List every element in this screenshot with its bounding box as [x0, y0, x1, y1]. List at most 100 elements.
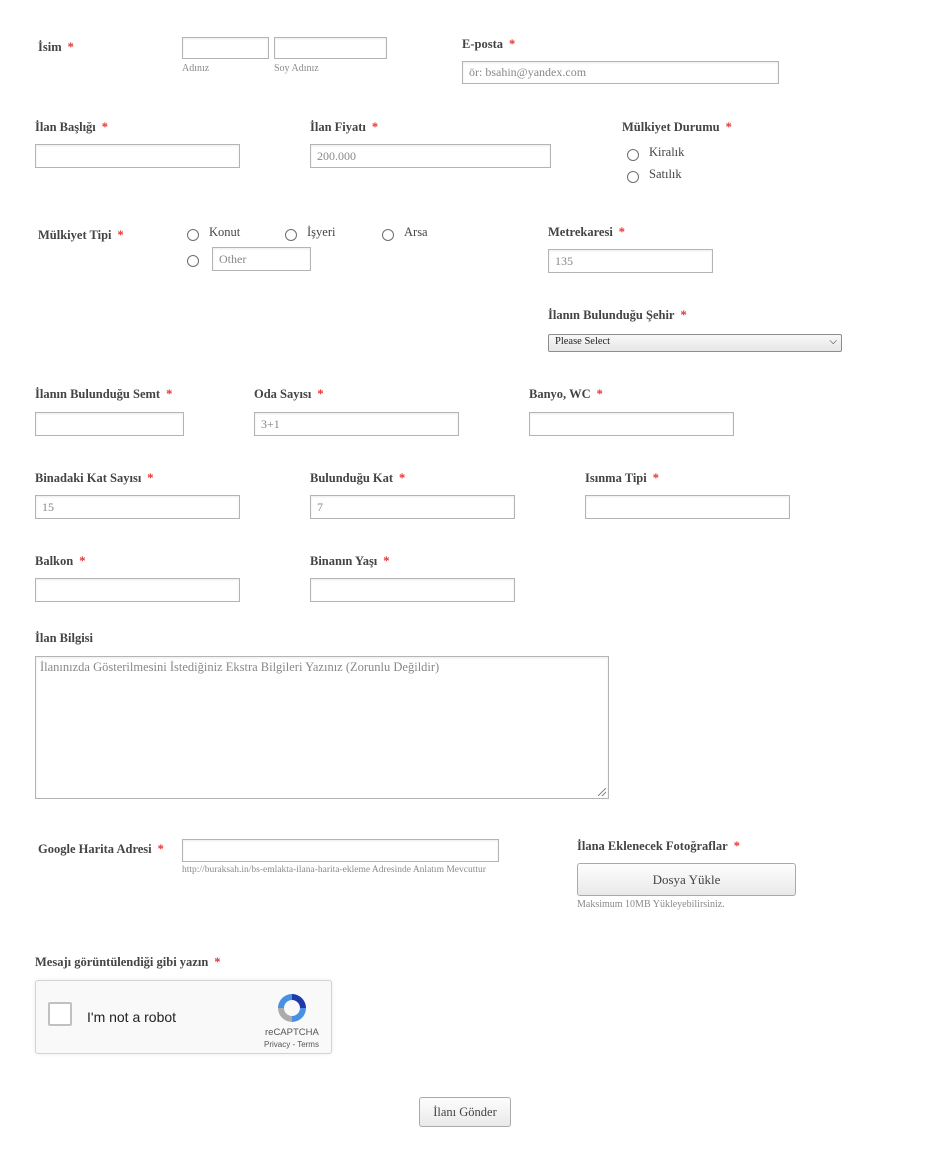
listing-title-label: İlan Başlığı * [35, 120, 108, 135]
district-label-text: İlanın Bulunduğu Semt [35, 387, 161, 401]
required-mark: * [508, 37, 516, 51]
balcony-label: Balkon * [35, 554, 85, 569]
balcony-input[interactable] [35, 578, 240, 602]
bath-label: Banyo, WC * [529, 387, 603, 402]
heating-label-text: Isınma Tipi [585, 471, 647, 485]
type-arsa-label: Arsa [404, 225, 428, 239]
photos-hint: Maksimum 10MB Yükleyebilirsiniz. [577, 899, 725, 910]
type-other-radio[interactable] [187, 255, 199, 267]
rooms-input[interactable] [254, 412, 459, 436]
required-mark: * [214, 955, 221, 969]
floor-input[interactable] [310, 495, 515, 519]
map-label-text: Google Harita Adresi [38, 842, 152, 856]
listing-title-label-text: İlan Başlığı [35, 120, 96, 134]
heating-input[interactable] [585, 495, 790, 519]
recaptcha-widget: I'm not a robot reCAPTCHA Privacy - Term… [35, 980, 332, 1054]
required-mark: * [101, 120, 109, 134]
area-label: Metrekaresi * [548, 225, 625, 240]
required-mark: * [652, 471, 659, 485]
required-mark: * [383, 554, 390, 568]
required-mark: * [725, 120, 732, 134]
city-label: İlanın Bulunduğu Şehir * [548, 308, 687, 323]
property-type-label: Mülkiyet Tipi * [38, 228, 124, 243]
city-select-value: Please Select [555, 336, 611, 347]
info-textarea[interactable] [35, 656, 609, 799]
floors-input[interactable] [35, 495, 240, 519]
floor-label: Bulunduğu Kat * [310, 471, 405, 486]
price-label: İlan Fiyatı * [310, 120, 378, 135]
property-type-label-text: Mülkiyet Tipi [38, 228, 112, 242]
required-mark: * [371, 120, 379, 134]
rooms-label: Oda Sayısı * [254, 387, 324, 402]
required-mark: * [733, 839, 740, 853]
city-label-text: İlanın Bulunduğu Şehir [548, 308, 675, 322]
last-name-input[interactable] [274, 37, 387, 59]
required-mark: * [618, 225, 626, 239]
required-mark: * [317, 387, 324, 401]
captcha-label: Mesajı görüntülendiği gibi yazın * [35, 955, 221, 970]
name-label-text: İsim [38, 40, 62, 54]
map-input[interactable] [182, 839, 499, 862]
captcha-label-text: Mesajı görüntülendiği gibi yazın [35, 955, 209, 969]
age-input[interactable] [310, 578, 515, 602]
bath-input[interactable] [529, 412, 734, 436]
required-mark: * [67, 40, 74, 54]
status-kiralik-radio[interactable] [627, 149, 639, 161]
price-label-text: İlan Fiyatı [310, 120, 366, 134]
captcha-checkbox[interactable] [48, 1002, 72, 1026]
type-isyeri-radio[interactable] [285, 229, 297, 241]
map-hint: http://buraksah.in/bs-emlakta-ilana-hari… [182, 865, 486, 875]
city-select[interactable]: Please Select ⌵ [548, 334, 842, 352]
submit-button[interactable]: İlanı Gönder [419, 1097, 511, 1127]
required-mark: * [680, 308, 687, 322]
type-arsa-radio[interactable] [382, 229, 394, 241]
district-label: İlanın Bulunduğu Semt * [35, 387, 172, 402]
status-kiralik-label: Kiralık [649, 145, 685, 159]
status-label-text: Mülkiyet Durumu [622, 120, 720, 134]
map-label: Google Harita Adresi * [38, 842, 164, 857]
district-input[interactable] [35, 412, 184, 436]
type-other-input[interactable] [212, 247, 311, 271]
price-input[interactable] [310, 144, 551, 168]
age-label: Binanın Yaşı * [310, 554, 390, 569]
required-mark: * [166, 387, 173, 401]
resize-grip-icon[interactable] [598, 788, 606, 796]
photos-label: İlana Eklenecek Fotoğraflar * [577, 839, 740, 854]
required-mark: * [147, 471, 154, 485]
status-satilik-label: Satılık [649, 167, 682, 181]
required-mark: * [157, 842, 164, 856]
age-label-text: Binanın Yaşı [310, 554, 378, 568]
required-mark: * [596, 387, 603, 401]
listing-title-input[interactable] [35, 144, 240, 168]
upload-button[interactable]: Dosya Yükle [577, 863, 796, 896]
heating-label: Isınma Tipi * [585, 471, 659, 486]
balcony-label-text: Balkon [35, 554, 74, 568]
rooms-label-text: Oda Sayısı [254, 387, 312, 401]
info-label: İlan Bilgisi [35, 631, 94, 645]
type-konut-radio[interactable] [187, 229, 199, 241]
status-satilik-radio[interactable] [627, 171, 639, 183]
photos-label-text: İlana Eklenecek Fotoğraflar [577, 839, 728, 853]
name-label: İsim * [38, 40, 74, 55]
type-isyeri-label: İşyeri [307, 225, 336, 239]
recaptcha-brand: reCAPTCHA [265, 1027, 319, 1038]
email-label-text: E-posta [462, 37, 503, 51]
captcha-text: I'm not a robot [87, 1009, 177, 1025]
floors-label: Binadaki Kat Sayısı * [35, 471, 154, 486]
first-name-sublabel: Adınız [182, 63, 210, 74]
last-name-sublabel: Soy Adınız [274, 63, 319, 74]
area-label-text: Metrekaresi [548, 225, 613, 239]
type-konut-label: Konut [209, 225, 241, 239]
bath-label-text: Banyo, WC [529, 387, 591, 401]
email-label: E-posta * [462, 37, 515, 52]
chevron-down-icon: ⌵ [829, 336, 837, 347]
first-name-input[interactable] [182, 37, 269, 59]
status-label: Mülkiyet Durumu * [622, 120, 732, 135]
email-input[interactable] [462, 61, 779, 84]
required-mark: * [79, 554, 86, 568]
floors-label-text: Binadaki Kat Sayısı [35, 471, 142, 485]
required-mark: * [399, 471, 406, 485]
recaptcha-logo-icon [278, 994, 306, 1022]
area-input[interactable] [548, 249, 713, 273]
recaptcha-links[interactable]: Privacy - Terms [264, 1040, 319, 1049]
